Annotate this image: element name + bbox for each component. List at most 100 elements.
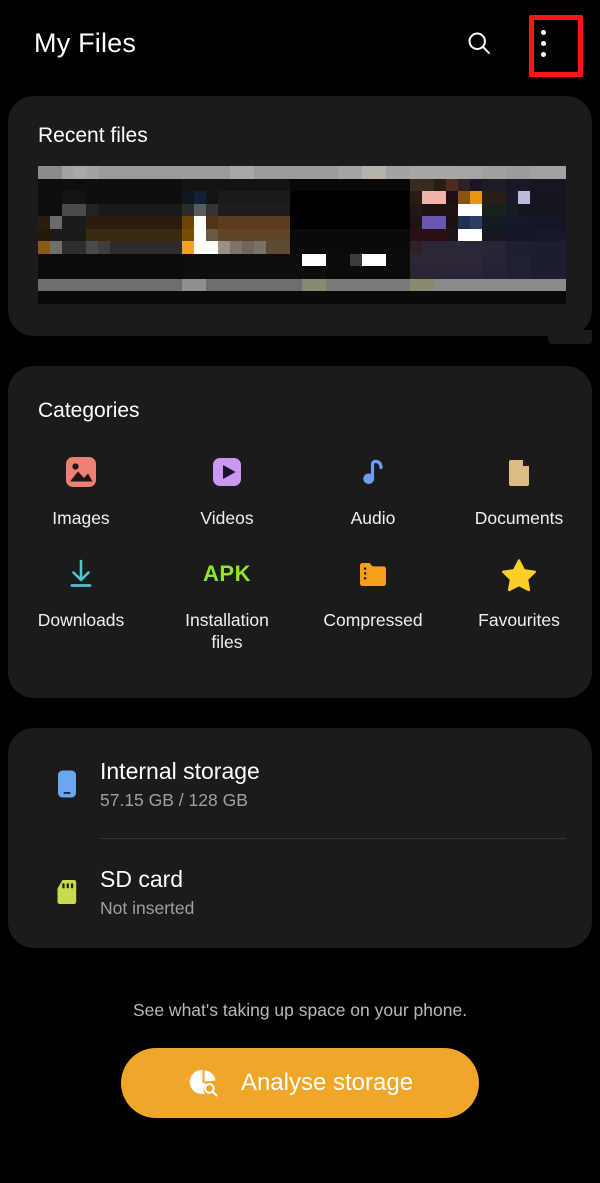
thumbnail-pixel bbox=[494, 241, 506, 254]
thumbnail-pixel bbox=[38, 228, 50, 242]
thumbnail-pixel bbox=[362, 291, 374, 304]
thumbnail-pixel bbox=[458, 191, 470, 204]
thumbnail-pixel bbox=[410, 216, 422, 229]
category-documents[interactable]: Documents bbox=[446, 450, 592, 530]
thumbnail-pixel bbox=[50, 266, 62, 279]
thumbnail-pixel bbox=[554, 166, 566, 179]
storage-row-sdcard[interactable]: SD card Not inserted bbox=[8, 838, 592, 946]
thumbnail-pixel bbox=[326, 166, 338, 179]
storage-row-internal[interactable]: Internal storage 57.15 GB / 128 GB bbox=[8, 730, 592, 838]
more-options-button[interactable] bbox=[520, 20, 566, 66]
thumbnail-pixel bbox=[530, 166, 542, 179]
thumbnail-pixel bbox=[62, 291, 74, 304]
thumbnail-pixel bbox=[398, 228, 410, 242]
thumbnail-pixel bbox=[62, 178, 74, 192]
thumbnail-pixel bbox=[254, 166, 266, 179]
thumbnail-pixel bbox=[266, 216, 278, 229]
thumbnail-pixel bbox=[386, 178, 398, 192]
thumbnail-pixel bbox=[518, 178, 530, 192]
thumbnail-pixel bbox=[206, 203, 218, 217]
phone-icon bbox=[34, 767, 100, 801]
thumbnail-pixel bbox=[254, 178, 266, 192]
search-button[interactable] bbox=[456, 20, 502, 66]
thumbnail-pixel bbox=[134, 178, 146, 192]
category-videos[interactable]: Videos bbox=[154, 450, 300, 530]
thumbnail-pixel bbox=[362, 178, 374, 192]
thumbnail-pixel bbox=[338, 228, 350, 242]
thumbnail-pixel bbox=[542, 203, 554, 217]
thumbnail-pixel bbox=[110, 178, 122, 192]
thumbnail-pixel bbox=[338, 266, 350, 279]
thumbnail-pixel bbox=[338, 241, 350, 254]
thumbnail-pixel bbox=[410, 253, 422, 267]
thumbnail-pixel bbox=[266, 241, 278, 254]
thumbnail-pixel bbox=[74, 278, 86, 292]
storage-name: SD card bbox=[100, 865, 184, 892]
thumbnail-pixel bbox=[134, 266, 146, 279]
zip-folder-icon bbox=[353, 552, 393, 596]
thumbnail-pixel bbox=[506, 191, 518, 204]
thumbnail-pixel bbox=[278, 266, 290, 279]
thumbnail-pixel bbox=[38, 278, 50, 292]
category-compressed[interactable]: Compressed bbox=[300, 552, 446, 654]
thumbnail-pixel bbox=[290, 291, 302, 304]
thumbnail-pixel bbox=[290, 278, 302, 292]
thumbnail-pixel bbox=[434, 228, 446, 242]
thumbnail-pixel bbox=[62, 216, 74, 229]
thumbnail-pixel bbox=[398, 291, 410, 304]
thumbnail-pixel bbox=[350, 266, 362, 279]
thumbnail-pixel bbox=[506, 278, 518, 292]
thumbnail-pixel bbox=[278, 253, 290, 267]
thumbnail-pixel bbox=[302, 266, 314, 279]
thumbnail-pixel bbox=[446, 253, 458, 267]
thumbnail-pixel bbox=[314, 228, 326, 242]
thumbnail-pixel bbox=[50, 228, 62, 242]
thumbnail-pixel bbox=[50, 166, 62, 179]
thumbnail-pixel bbox=[278, 216, 290, 229]
category-favourites[interactable]: Favourites bbox=[446, 552, 592, 654]
thumbnail-pixel bbox=[242, 203, 254, 217]
thumbnail-pixel bbox=[554, 291, 566, 304]
thumbnail-pixel bbox=[350, 191, 362, 204]
thumbnail-pixel bbox=[122, 203, 134, 217]
storage-hint-text: See what's taking up space on your phone… bbox=[132, 1000, 468, 1020]
thumbnail-pixel bbox=[530, 203, 542, 217]
thumbnail-pixel bbox=[194, 166, 206, 179]
thumbnail-pixel bbox=[110, 191, 122, 204]
thumbnail-pixel bbox=[374, 228, 386, 242]
thumbnail-pixel bbox=[494, 291, 506, 304]
thumbnail-pixel bbox=[530, 278, 542, 292]
thumbnail-pixel bbox=[86, 278, 98, 292]
recent-files-thumbnail-strip[interactable] bbox=[38, 166, 566, 304]
category-downloads[interactable]: Downloads bbox=[8, 552, 154, 654]
thumbnail-pixel bbox=[50, 291, 62, 304]
thumbnail-pixel bbox=[314, 291, 326, 304]
thumbnail-pixel bbox=[218, 191, 230, 204]
thumbnail-pixel bbox=[458, 203, 470, 217]
category-installation-files[interactable]: APK Installation files bbox=[154, 552, 300, 654]
thumbnail-pixel bbox=[98, 166, 110, 179]
thumbnail-pixel bbox=[158, 178, 170, 192]
thumbnail-pixel bbox=[362, 203, 374, 217]
thumbnail-pixel bbox=[326, 191, 338, 204]
categories-card: Categories Images Videos Audio Documents… bbox=[8, 366, 592, 698]
thumbnail-pixel bbox=[326, 178, 338, 192]
thumbnail-pixel bbox=[110, 166, 122, 179]
category-images[interactable]: Images bbox=[8, 450, 154, 530]
thumbnail-pixel bbox=[74, 266, 86, 279]
analyse-storage-button[interactable]: Analyse storage bbox=[121, 1048, 479, 1118]
recent-files-card[interactable]: Recent files bbox=[8, 96, 592, 344]
category-audio[interactable]: Audio bbox=[300, 450, 446, 530]
thumbnail-pixel bbox=[482, 291, 494, 304]
thumbnail-pixel bbox=[434, 203, 446, 217]
thumbnail-pixel bbox=[110, 241, 122, 254]
thumbnail-pixel bbox=[386, 216, 398, 229]
thumbnail-pixel bbox=[50, 216, 62, 229]
thumbnail-pixel bbox=[182, 216, 194, 229]
thumbnail-pixel bbox=[350, 166, 362, 179]
thumbnail-pixel bbox=[326, 228, 338, 242]
storage-text-sdcard: SD card Not inserted bbox=[100, 866, 194, 919]
thumbnail-pixel bbox=[230, 228, 242, 242]
thumbnail-pixel bbox=[446, 278, 458, 292]
thumbnail-pixel bbox=[554, 191, 566, 204]
